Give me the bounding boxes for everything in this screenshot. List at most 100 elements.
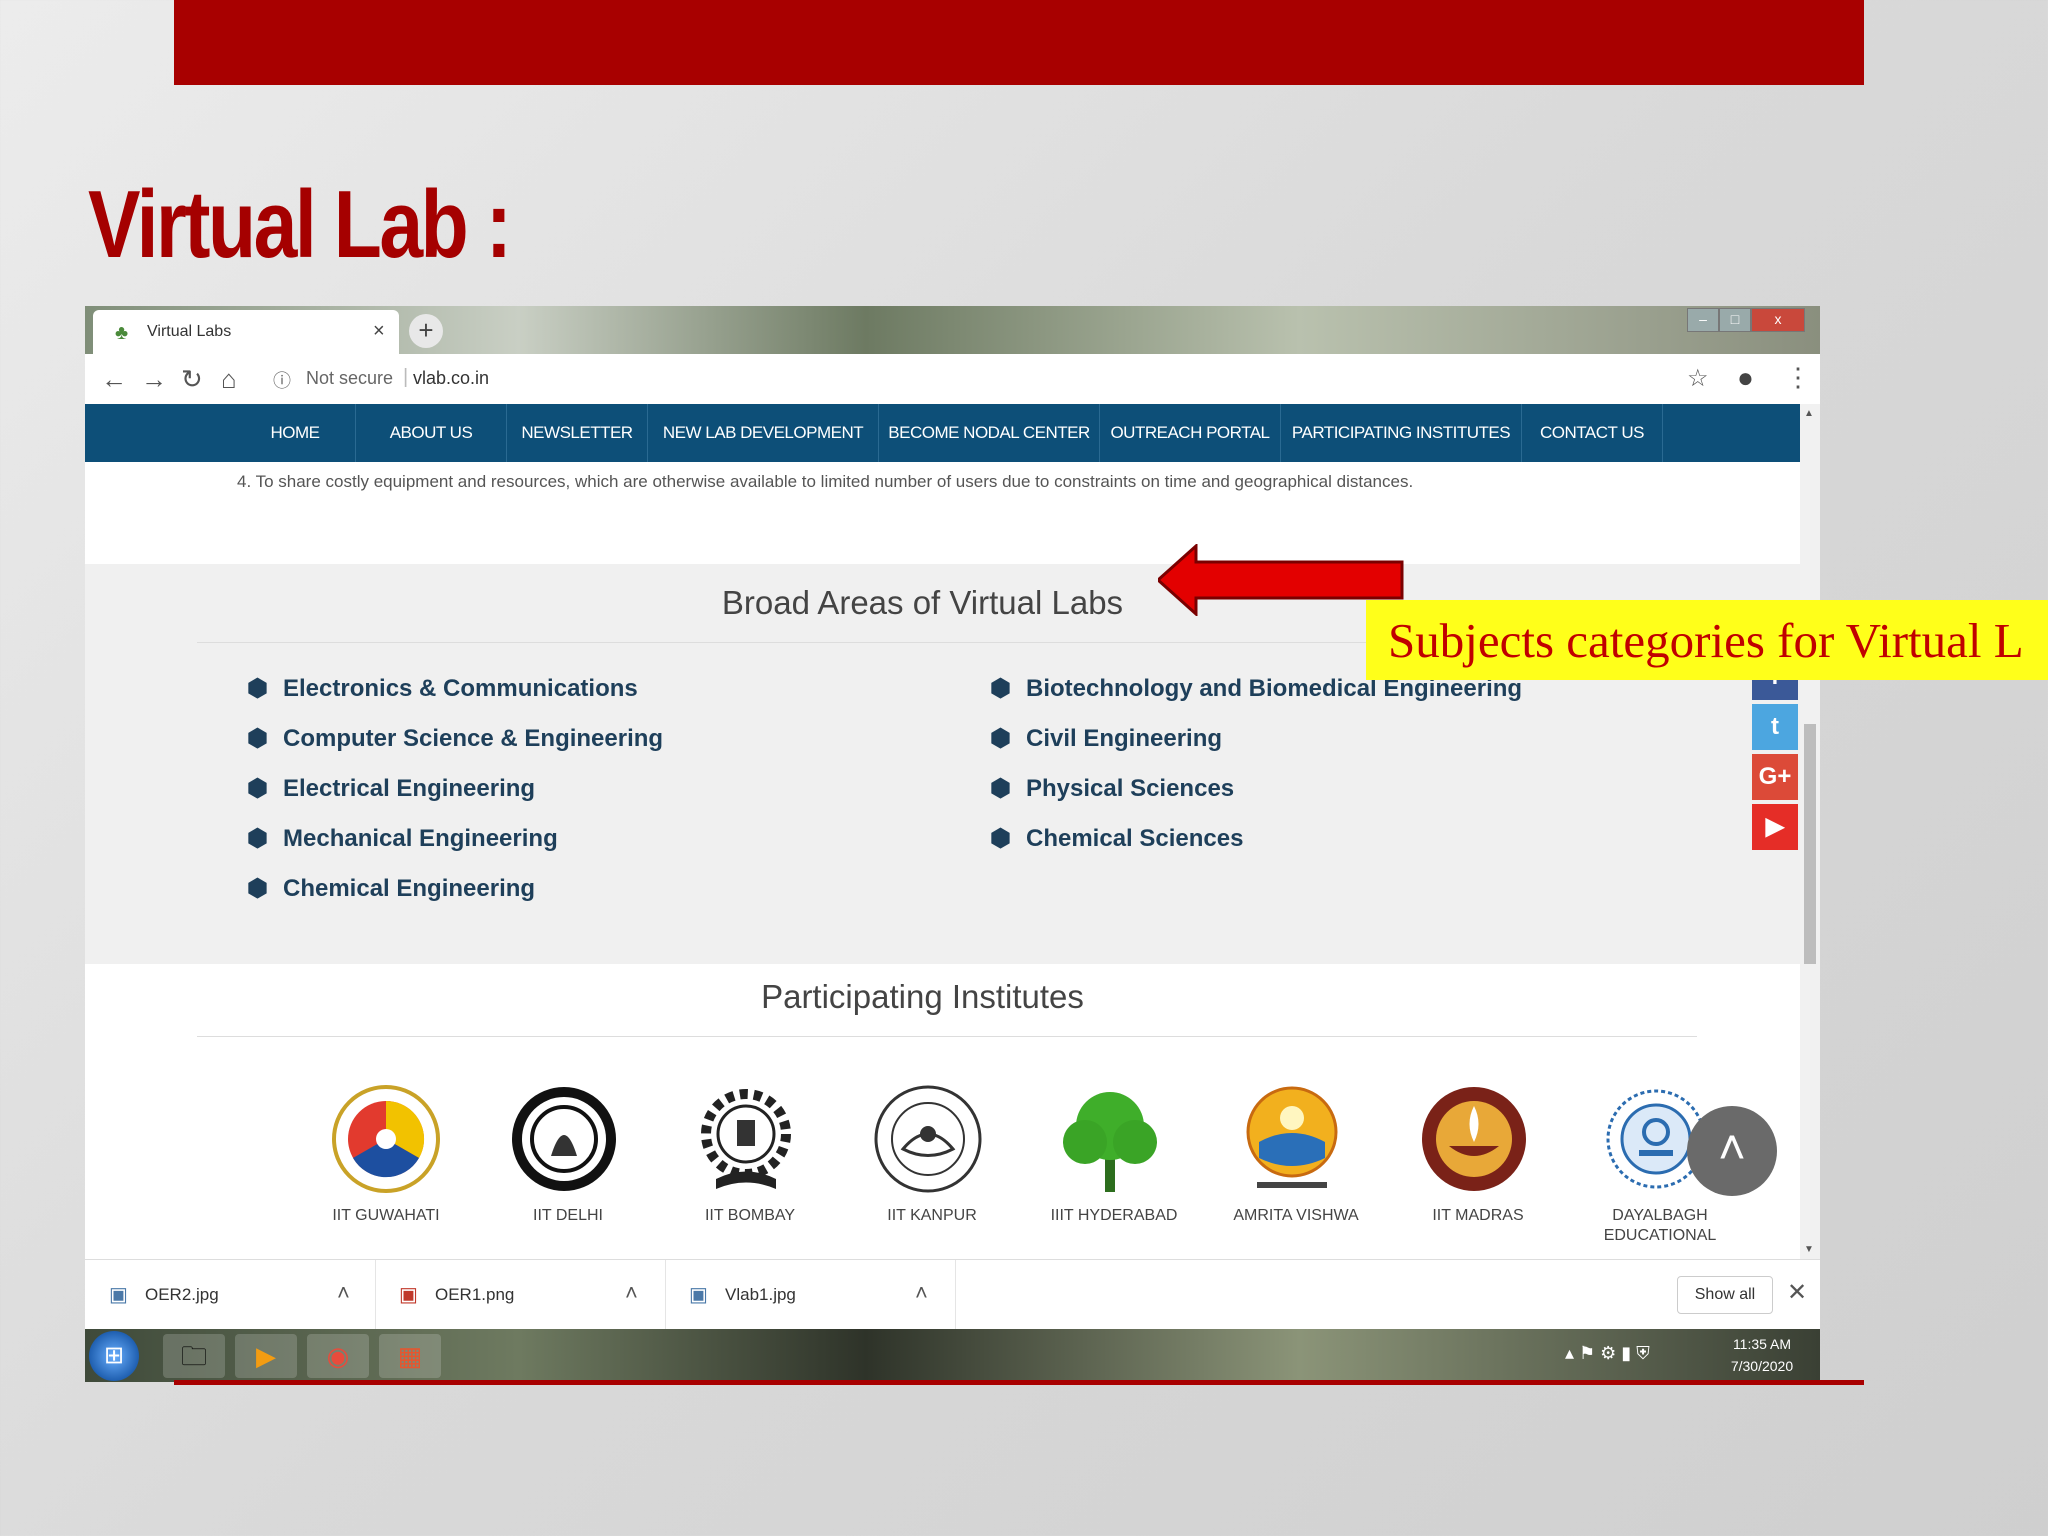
- media-player-icon[interactable]: ▶: [235, 1334, 297, 1378]
- image-file-icon: ▣: [689, 1284, 708, 1306]
- image-file-icon: ▣: [399, 1284, 418, 1306]
- institute-label[interactable]: AMRITA VISHWA: [1221, 1206, 1371, 1226]
- maximize-button[interactable]: □: [1719, 308, 1751, 332]
- cube-icon: ⬢: [990, 825, 1011, 852]
- browser-screenshot: ♣ Virtual Labs × + – □ x ← → ↻ ⌂ ⓘ Not s…: [85, 306, 1820, 1382]
- page-scrollbar[interactable]: ▲ ▼: [1800, 404, 1820, 1259]
- nav-become-nodal-center[interactable]: BECOME NODAL CENTER: [879, 404, 1100, 462]
- url-separator: |: [403, 366, 409, 388]
- slide-bottom-line: [174, 1380, 1864, 1385]
- downloads-bar: ▣ OER2.jpg ˄ ▣ OER1.png ˄ ▣ Vlab1.jpg ˄ …: [85, 1259, 1820, 1330]
- nav-outreach-portal[interactable]: OUTREACH PORTAL: [1100, 404, 1281, 462]
- image-file-icon: ▣: [109, 1284, 128, 1306]
- forward-arrow-icon[interactable]: →: [141, 364, 167, 395]
- chevron-up-icon[interactable]: ˄: [625, 1280, 638, 1306]
- institute-label[interactable]: IIIT HYDERABAD: [1039, 1206, 1189, 1226]
- web-page: HOME ABOUT US NEWSLETTER NEW LAB DEVELOP…: [85, 404, 1800, 1259]
- start-button[interactable]: ⊞: [89, 1331, 139, 1381]
- youtube-icon[interactable]: ▶: [1752, 804, 1798, 850]
- iit-delhi-logo-icon[interactable]: [509, 1084, 619, 1194]
- institutes-title: Participating Institutes: [761, 978, 1084, 1015]
- institute-label[interactable]: DAYALBAGH EDUCATIONAL: [1585, 1206, 1735, 1246]
- cube-icon: ⬢: [247, 675, 268, 702]
- nav-newsletter[interactable]: NEWSLETTER: [507, 404, 648, 462]
- iit-guwahati-logo-icon[interactable]: [331, 1084, 441, 1194]
- reload-icon[interactable]: ↻: [181, 364, 203, 395]
- nav-home[interactable]: HOME: [235, 404, 356, 462]
- bookmark-star-icon[interactable]: ☆: [1687, 364, 1709, 393]
- area-link[interactable]: ⬢ Electronics & Communications: [247, 674, 638, 703]
- os-taskbar: ⊞ 🗀 ▶ ◉ ▦ ▴ ⚑ ⚙ ▮ ⛨ 11:35 AM 7/30/2020: [85, 1329, 1820, 1382]
- cube-icon: ⬢: [247, 825, 268, 852]
- url-input[interactable]: vlab.co.in: [413, 368, 489, 389]
- divider: [197, 1036, 1697, 1037]
- download-item[interactable]: ▣ Vlab1.jpg ˄: [665, 1260, 956, 1330]
- area-link[interactable]: ⬢ Physical Sciences: [990, 774, 1234, 803]
- institute-label[interactable]: IIT GUWAHATI: [311, 1206, 461, 1226]
- scroll-thumb[interactable]: [1804, 724, 1816, 964]
- institute-label[interactable]: IIT KANPUR: [857, 1206, 1007, 1226]
- powerpoint-icon[interactable]: ▦: [379, 1334, 441, 1378]
- scroll-down-icon[interactable]: ▼: [1804, 1244, 1814, 1255]
- close-icon[interactable]: ✕: [1787, 1278, 1807, 1307]
- institute-label[interactable]: IIT DELHI: [493, 1206, 643, 1226]
- chevron-up-icon[interactable]: ˄: [915, 1280, 928, 1306]
- show-all-button[interactable]: Show all: [1677, 1276, 1773, 1314]
- slide-top-band: [174, 0, 1864, 85]
- area-link[interactable]: ⬢ Mechanical Engineering: [247, 824, 558, 853]
- browser-tab-bar: ♣ Virtual Labs × + – □ x: [85, 306, 1820, 354]
- area-link[interactable]: ⬢ Chemical Engineering: [247, 874, 535, 903]
- iit-madras-logo-icon[interactable]: [1419, 1084, 1529, 1194]
- nav-contact-us[interactable]: CONTACT US: [1522, 404, 1663, 462]
- account-icon[interactable]: ●: [1737, 362, 1754, 394]
- cube-icon: ⬢: [247, 725, 268, 752]
- iiit-hyderabad-logo-icon[interactable]: [1055, 1084, 1165, 1194]
- window-close-button[interactable]: x: [1751, 308, 1805, 332]
- menu-kebab-icon[interactable]: ⋮: [1785, 362, 1811, 393]
- explorer-icon[interactable]: 🗀: [163, 1334, 225, 1378]
- chevron-up-icon[interactable]: ˄: [337, 1280, 350, 1306]
- callout-text: Subjects categories for Virtual L: [1388, 613, 2024, 668]
- area-link[interactable]: ⬢ Electrical Engineering: [247, 774, 535, 803]
- download-item[interactable]: ▣ OER2.jpg ˄: [85, 1260, 376, 1330]
- download-item[interactable]: ▣ OER1.png ˄: [375, 1260, 666, 1330]
- tab-close-icon[interactable]: ×: [373, 320, 385, 343]
- browser-tab[interactable]: ♣ Virtual Labs ×: [93, 310, 399, 354]
- site-nav: HOME ABOUT US NEWSLETTER NEW LAB DEVELOP…: [85, 404, 1800, 462]
- chrome-icon[interactable]: ◉: [307, 1334, 369, 1378]
- system-tray-icons[interactable]: ▴ ⚑ ⚙ ▮ ⛨: [1565, 1343, 1650, 1364]
- back-arrow-icon[interactable]: ←: [101, 364, 127, 395]
- twitter-icon[interactable]: t: [1752, 704, 1798, 750]
- new-tab-button[interactable]: +: [409, 314, 443, 348]
- nav-new-lab-development[interactable]: NEW LAB DEVELOPMENT: [648, 404, 879, 462]
- cube-icon: ⬢: [247, 875, 268, 902]
- area-link[interactable]: ⬢ Computer Science & Engineering: [247, 724, 663, 753]
- clock[interactable]: 11:35 AM 7/30/2020: [1717, 1333, 1807, 1377]
- area-link[interactable]: ⬢ Chemical Sciences: [990, 824, 1243, 853]
- amrita-vishwa-logo-icon[interactable]: [1237, 1084, 1347, 1194]
- tab-title: Virtual Labs: [147, 323, 232, 340]
- cube-icon: ⬢: [990, 775, 1011, 802]
- cube-icon: ⬢: [247, 775, 268, 802]
- iit-kanpur-logo-icon[interactable]: [873, 1084, 983, 1194]
- iit-bombay-logo-icon[interactable]: [691, 1084, 801, 1194]
- cube-icon: ⬢: [990, 725, 1011, 752]
- favicon-icon: ♣: [115, 322, 129, 344]
- minimize-button[interactable]: –: [1687, 308, 1719, 332]
- annotation-callout: Subjects categories for Virtual L: [1366, 600, 2048, 680]
- clock-time: 11:35 AM: [1732, 1336, 1792, 1352]
- nav-about-us[interactable]: ABOUT US: [356, 404, 507, 462]
- scroll-up-icon[interactable]: ▲: [1804, 408, 1814, 419]
- security-label[interactable]: Not secure: [306, 368, 393, 389]
- institute-label[interactable]: IIT BOMBAY: [675, 1206, 825, 1226]
- info-icon[interactable]: ⓘ: [273, 367, 291, 393]
- institute-label[interactable]: IIT MADRAS: [1403, 1206, 1553, 1226]
- area-link[interactable]: ⬢ Civil Engineering: [990, 724, 1222, 753]
- cube-icon: ⬢: [990, 675, 1011, 702]
- back-to-top-button[interactable]: ˄: [1687, 1106, 1777, 1196]
- google-plus-icon[interactable]: G+: [1752, 754, 1798, 800]
- slide-title: Virtual Lab :: [88, 171, 512, 278]
- nav-participating-institutes[interactable]: PARTICIPATING INSTITUTES: [1281, 404, 1522, 462]
- home-icon[interactable]: ⌂: [221, 364, 237, 395]
- address-bar: ← → ↻ ⌂ ⓘ Not secure | vlab.co.in ☆ ● ⋮: [85, 354, 1820, 405]
